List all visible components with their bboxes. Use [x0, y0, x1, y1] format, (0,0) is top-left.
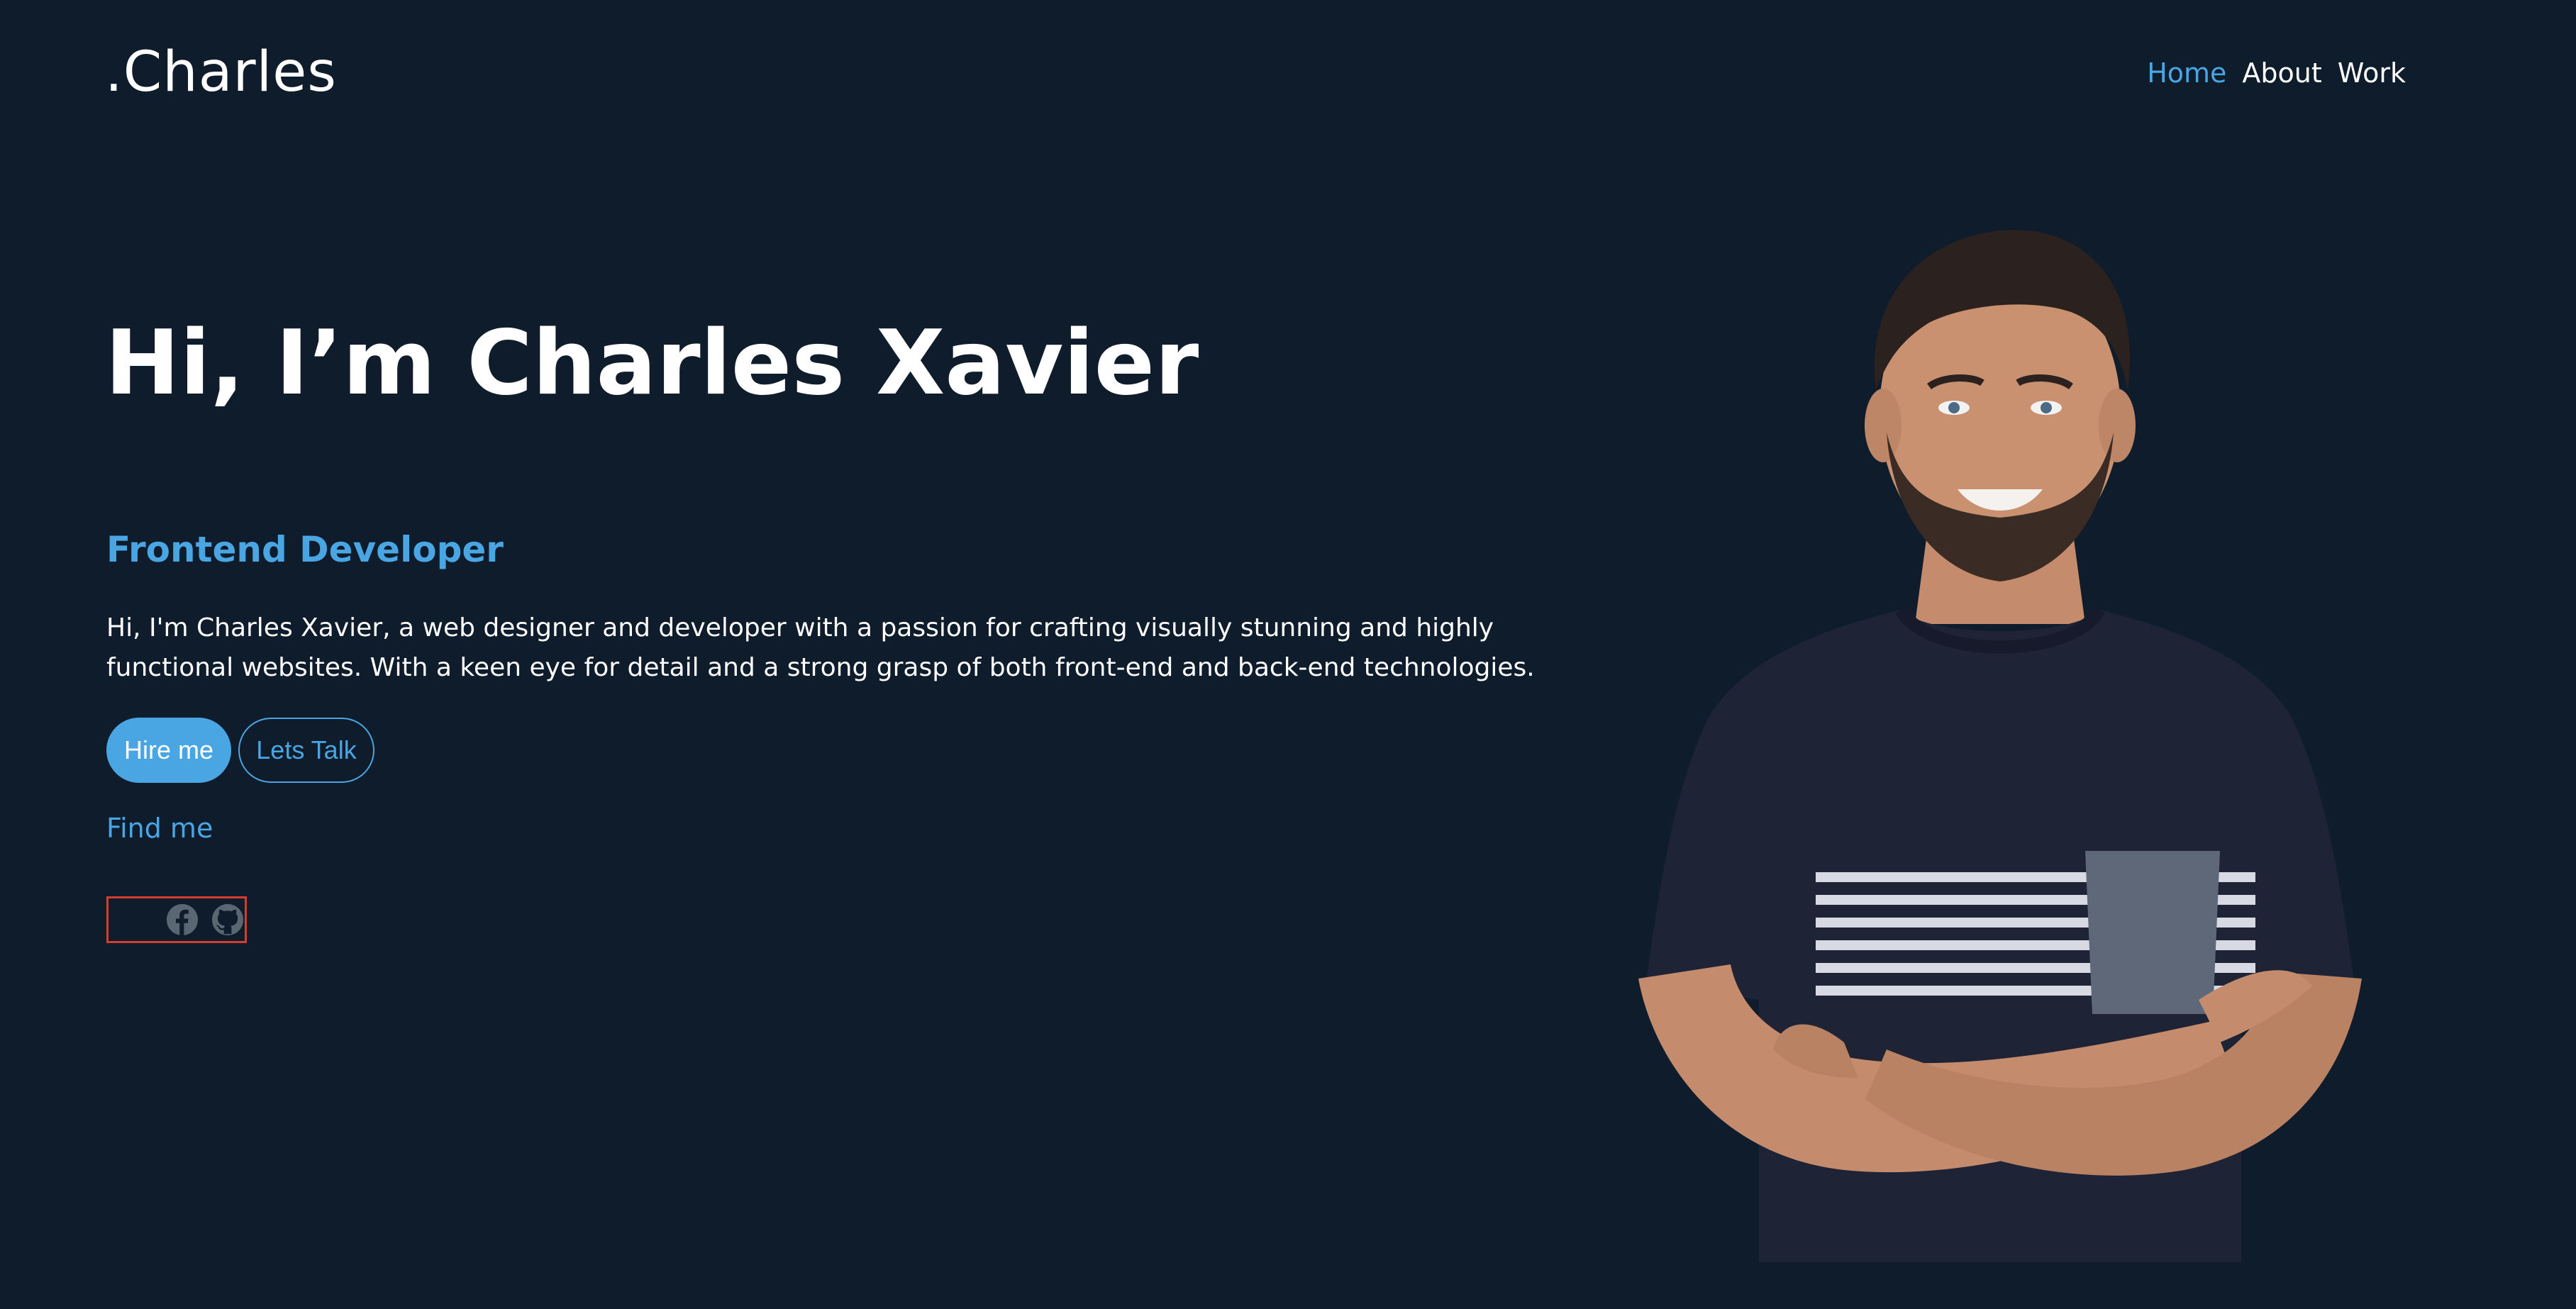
github-icon[interactable] [211, 902, 245, 937]
social-links [106, 896, 247, 943]
hero-actions: Hire me Lets Talk [106, 718, 374, 783]
top-nav: Home About Work [2147, 55, 2406, 91]
find-me-label: Find me [106, 813, 213, 844]
nav-about[interactable]: About [2242, 55, 2321, 91]
lets-talk-button[interactable]: Lets Talk [238, 718, 374, 783]
nav-work[interactable]: Work [2338, 55, 2406, 91]
page: .Charles Home About Work Hi, I’m Charles… [0, 0, 2576, 1309]
hero-bio: Hi, I'm Charles Xavier, a web designer a… [106, 613, 1535, 682]
hire-me-button[interactable]: Hire me [106, 718, 231, 783]
site-logo[interactable]: .Charles [105, 37, 337, 108]
hero-role: Frontend Developer [106, 529, 504, 570]
nav-home[interactable]: Home [2147, 55, 2226, 91]
profile-photo [1638, 230, 2362, 1262]
hero-headline: Hi, I’m Charles Xavier [105, 311, 1199, 415]
facebook-icon[interactable] [165, 902, 199, 937]
